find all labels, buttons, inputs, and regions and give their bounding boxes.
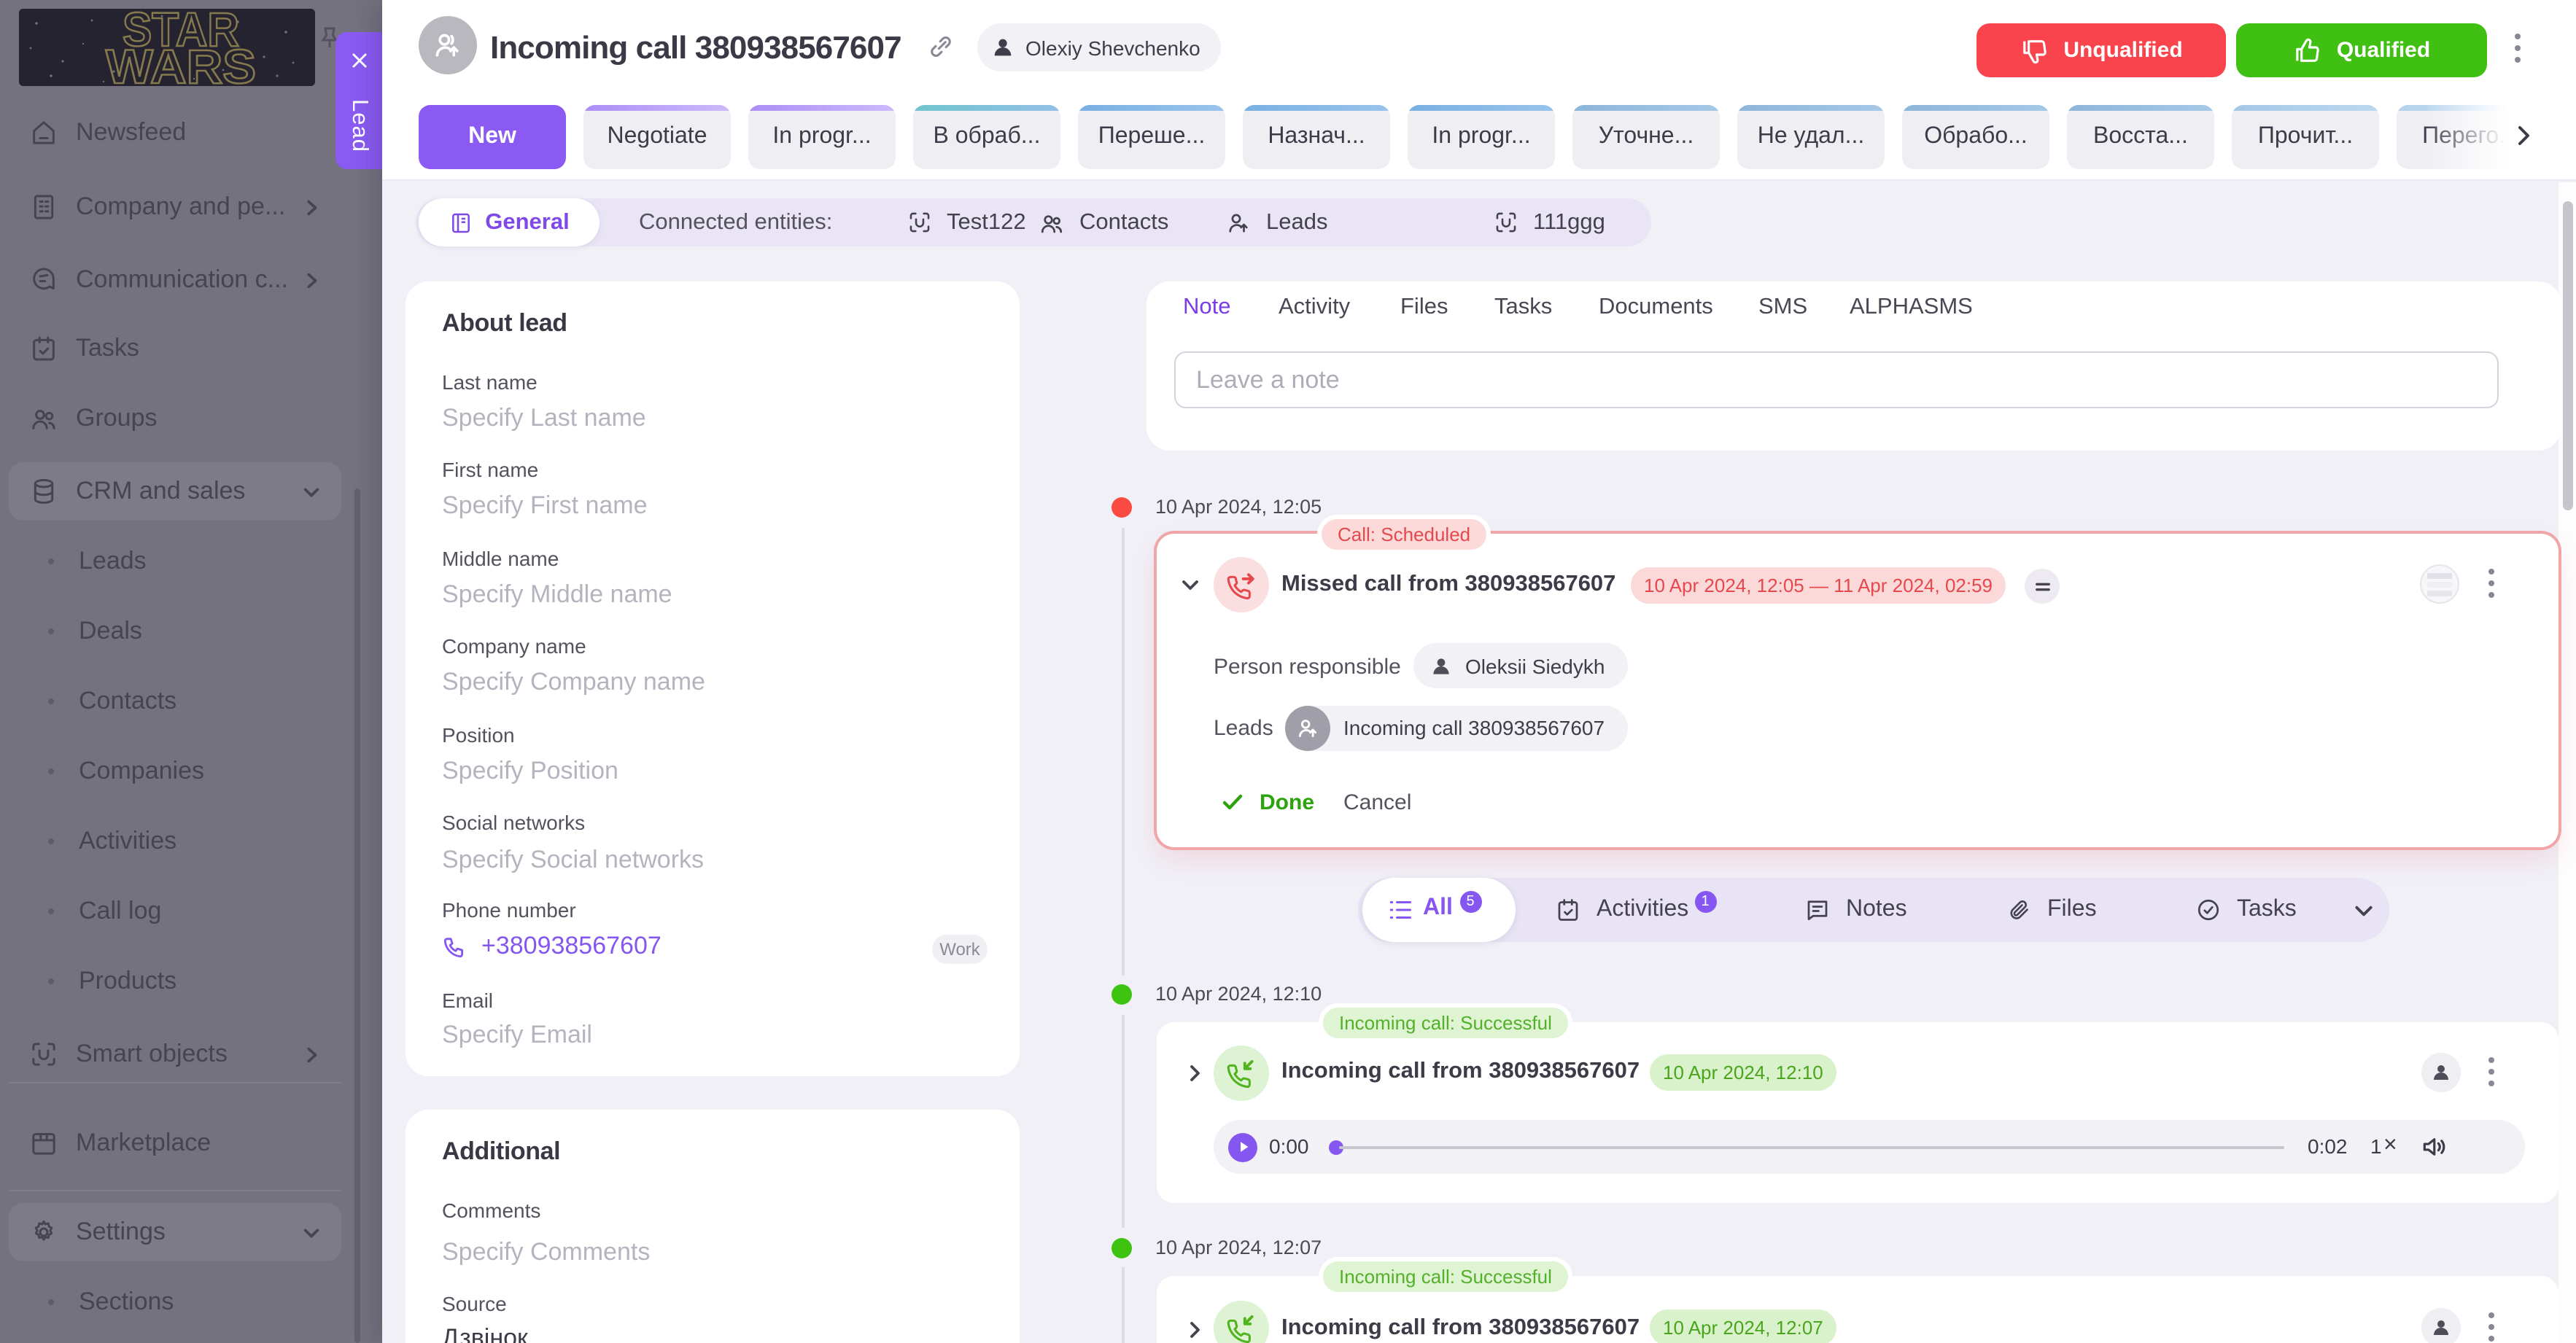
svg-text:WARS: WARS (106, 39, 256, 86)
